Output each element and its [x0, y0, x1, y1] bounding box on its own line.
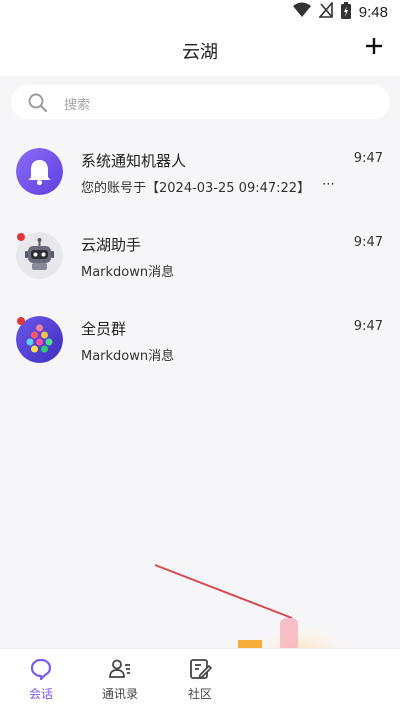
conversation-item[interactable]: 全员群 9:47 Markdown消息 [0, 298, 400, 382]
conversation-preview: Markdown消息 [81, 265, 175, 280]
plus-icon [364, 36, 384, 60]
conversation-title: 全员群 [81, 320, 127, 338]
wifi-icon [292, 2, 311, 22]
bell-avatar [16, 148, 63, 195]
conversation-time: 9:47 [353, 319, 383, 334]
signal-icon [318, 0, 333, 22]
search-icon [27, 92, 49, 118]
tab-label: 会话 [28, 687, 53, 701]
app-header: 云湖 [0, 24, 400, 76]
bottom-tab-bar: 会话 通讯录 社区 [0, 648, 400, 708]
search-placeholder: 搜索 [64, 98, 91, 113]
add-button[interactable] [360, 34, 388, 62]
preview-ellipsis: ⋯ [322, 177, 335, 192]
conversation-title: 系统通知机器人 [81, 152, 187, 170]
conversation-item[interactable]: 系统通知机器人 9:47 您的账号于【2024-03-25 09:47:22】 … [0, 130, 400, 214]
conversation-preview: 您的账号于【2024-03-25 09:47:22】 [81, 181, 311, 196]
contacts-icon [108, 657, 132, 681]
status-bar: 9:48 [0, 0, 400, 24]
conversation-list: 系统通知机器人 9:47 您的账号于【2024-03-25 09:47:22】 … [0, 130, 400, 648]
search-input[interactable]: 搜索 [11, 85, 390, 119]
conversation-time: 9:47 [353, 235, 383, 250]
search-section: 搜索 [0, 76, 400, 130]
status-icons: 9:48 [292, 0, 388, 23]
tab-community[interactable]: 社区 [170, 649, 230, 708]
unread-badge [17, 317, 25, 325]
battery-icon [340, 1, 351, 23]
page-title: 云湖 [182, 42, 218, 63]
community-icon [188, 657, 212, 681]
status-time: 9:48 [358, 3, 388, 21]
conversation-title: 云湖助手 [81, 236, 142, 254]
tab-label: 通讯录 [101, 687, 138, 701]
tab-chats[interactable]: 会话 [11, 649, 71, 708]
chat-bubble-icon [29, 657, 53, 681]
conversation-time: 9:47 [353, 151, 383, 166]
unread-badge [17, 233, 25, 241]
tab-label: 社区 [187, 687, 212, 701]
conversation-item[interactable]: 云湖助手 9:47 Markdown消息 [0, 214, 400, 298]
conversation-preview: Markdown消息 [81, 349, 175, 364]
tab-contacts[interactable]: 通讯录 [90, 649, 150, 708]
